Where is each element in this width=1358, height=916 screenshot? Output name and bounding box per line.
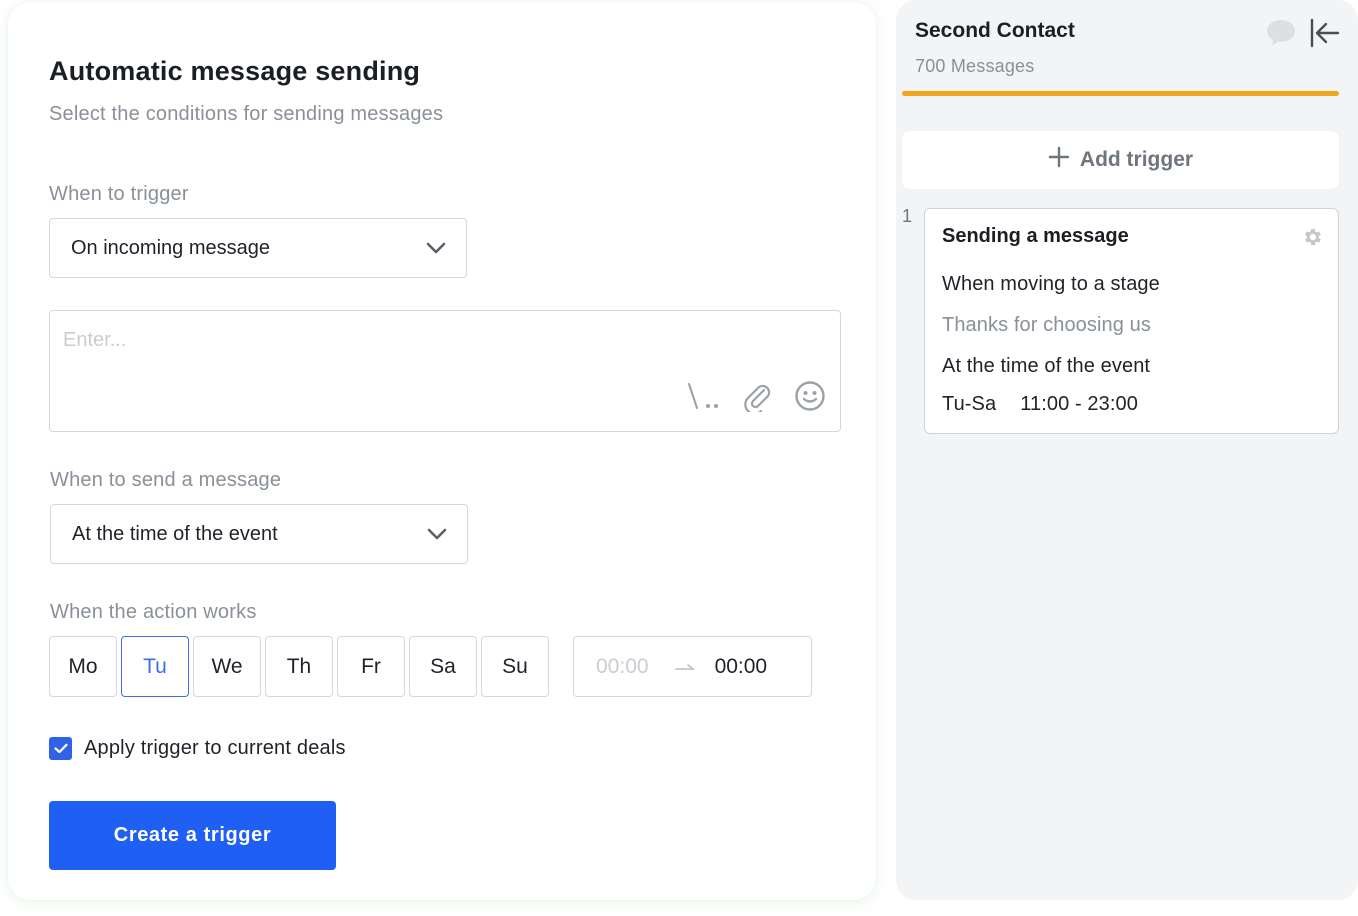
arrow-right-icon bbox=[674, 656, 695, 677]
when-to-send-label: When to send a message bbox=[50, 469, 282, 491]
trigger-select[interactable]: On incoming message bbox=[49, 218, 467, 278]
signature-icon[interactable] bbox=[686, 382, 720, 415]
editor-toolbar bbox=[686, 380, 826, 417]
paperclip-icon[interactable] bbox=[742, 380, 772, 417]
panel-title: Second Contact bbox=[915, 19, 1075, 42]
trigger-card-schedule: Tu-Sa 11:00 - 23:00 bbox=[942, 393, 1138, 416]
day-mo[interactable]: Mo bbox=[49, 636, 117, 697]
trigger-card-days: Tu-Sa bbox=[942, 393, 997, 415]
time-from[interactable]: 00:00 bbox=[596, 655, 649, 679]
day-tu[interactable]: Tu bbox=[121, 636, 189, 697]
chevron-down-icon bbox=[427, 528, 447, 540]
trigger-card-message: Thanks for choosing us bbox=[942, 314, 1151, 336]
send-timing-select[interactable]: At the time of the event bbox=[50, 504, 468, 564]
when-action-works-label: When the action works bbox=[50, 601, 257, 623]
trigger-card[interactable]: Sending a message When moving to a stage… bbox=[924, 208, 1339, 434]
add-trigger-label: Add trigger bbox=[1079, 148, 1194, 171]
chat-bubble-icon[interactable] bbox=[1265, 18, 1297, 53]
trigger-card-hours: 11:00 - 23:00 bbox=[1020, 393, 1138, 415]
trigger-select-value: On incoming message bbox=[71, 236, 270, 259]
chevron-down-icon bbox=[426, 242, 446, 254]
day-th[interactable]: Th bbox=[265, 636, 333, 697]
message-editor bbox=[49, 310, 841, 432]
page-subtitle: Select the conditions for sending messag… bbox=[49, 103, 444, 125]
day-we[interactable]: We bbox=[193, 636, 261, 697]
panel-subtitle: 700 Messages bbox=[915, 56, 1035, 76]
trigger-form-card: Automatic message sending Select the con… bbox=[8, 2, 876, 900]
send-timing-select-value: At the time of the event bbox=[72, 522, 278, 545]
when-to-trigger-label: When to trigger bbox=[49, 183, 189, 205]
trigger-card-condition: When moving to a stage bbox=[942, 273, 1160, 295]
weekday-selector: Mo Tu We Th Fr Sa Su bbox=[49, 636, 549, 697]
apply-trigger-checkbox[interactable] bbox=[49, 737, 72, 760]
page-title: Automatic message sending bbox=[49, 56, 421, 86]
add-trigger-button[interactable]: Add trigger bbox=[902, 131, 1339, 189]
day-fr[interactable]: Fr bbox=[337, 636, 405, 697]
day-sa[interactable]: Sa bbox=[409, 636, 477, 697]
create-trigger-button[interactable]: Create a trigger bbox=[49, 801, 336, 870]
smiley-icon[interactable] bbox=[794, 380, 826, 417]
apply-trigger-checkbox-row[interactable]: Apply trigger to current deals bbox=[49, 737, 346, 760]
message-input[interactable] bbox=[63, 329, 663, 352]
check-icon bbox=[53, 743, 68, 754]
time-range-input[interactable]: 00:00 00:00 bbox=[573, 636, 812, 697]
trigger-card-timing: At the time of the event bbox=[942, 355, 1151, 377]
day-su[interactable]: Su bbox=[481, 636, 549, 697]
time-to[interactable]: 00:00 bbox=[715, 655, 768, 679]
progress-bar bbox=[902, 91, 1339, 96]
apply-trigger-label: Apply trigger to current deals bbox=[84, 737, 346, 759]
trigger-card-title: Sending a message bbox=[942, 225, 1129, 247]
trigger-index: 1 bbox=[902, 206, 913, 226]
collapse-arrow-icon[interactable] bbox=[1309, 18, 1341, 53]
gear-icon[interactable] bbox=[1301, 226, 1323, 253]
trigger-sidebar: Second Contact 700 Messages Add trigger … bbox=[896, 0, 1358, 900]
plus-icon bbox=[1048, 146, 1070, 174]
